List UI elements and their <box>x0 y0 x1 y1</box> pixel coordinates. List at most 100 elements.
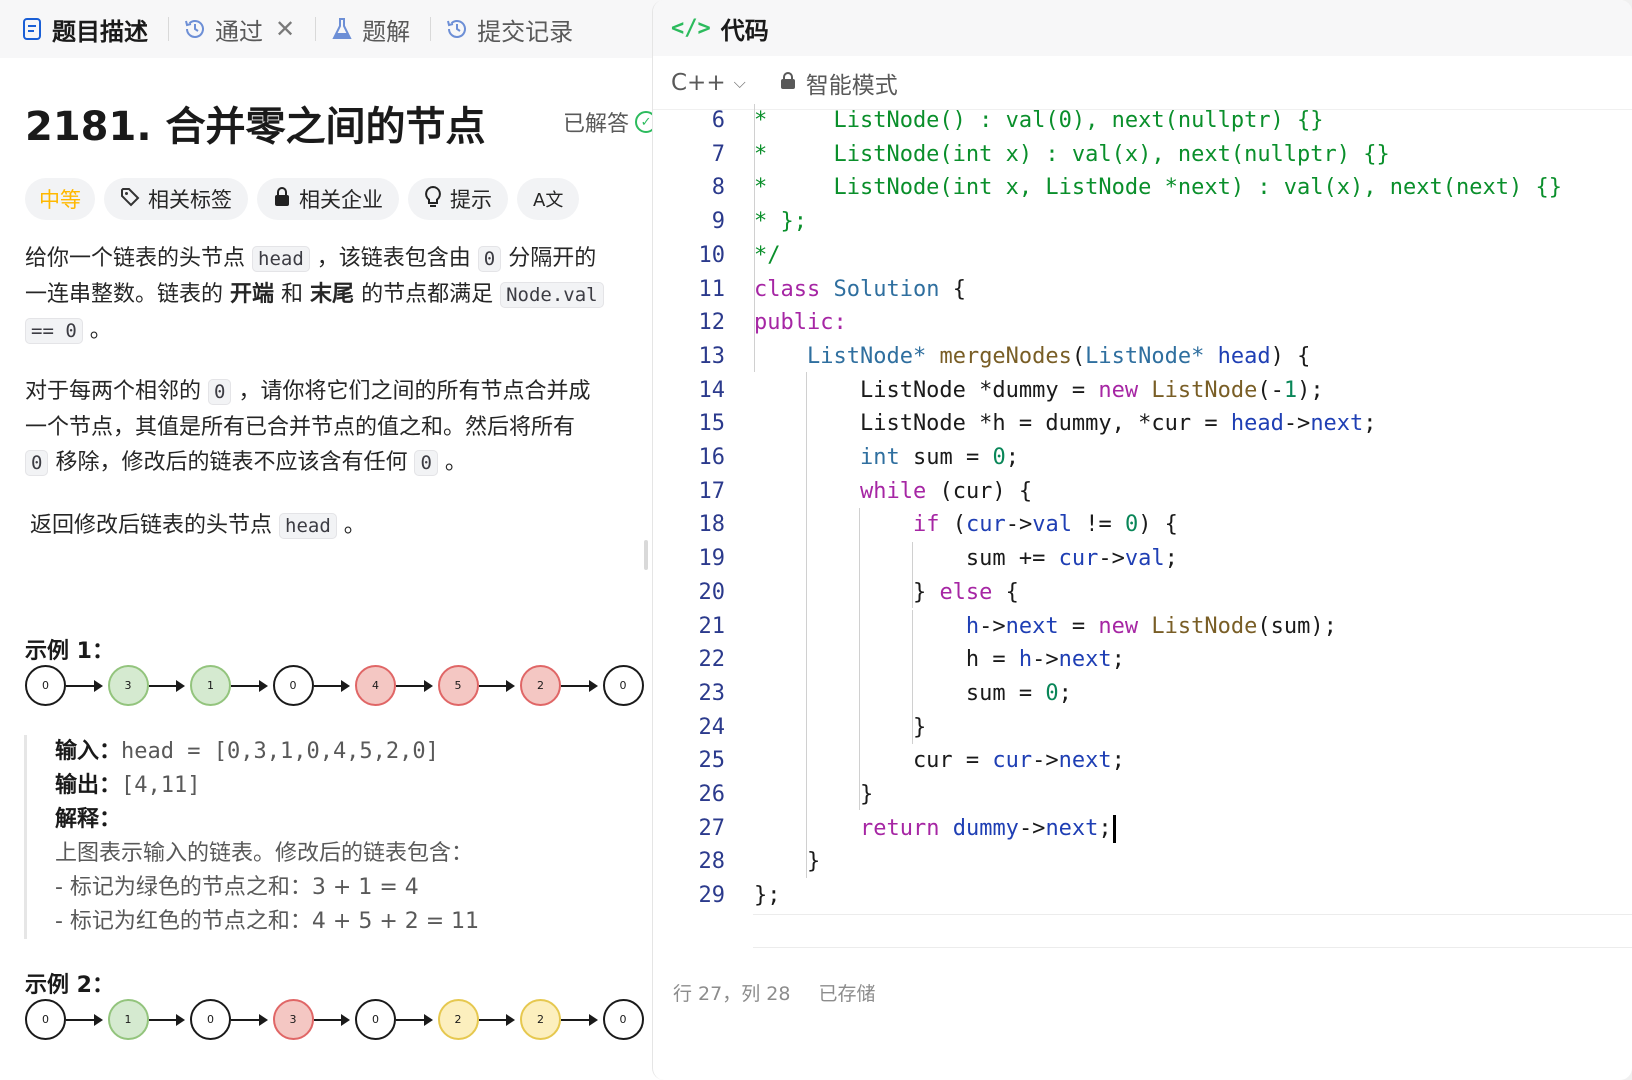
list-node: 0 <box>25 665 66 706</box>
title-row: 2181. 合并零之间的节点 已解答 ✓ <box>25 94 665 150</box>
line-number: 21 <box>698 613 726 639</box>
translate-chip[interactable]: A文 <box>517 178 580 220</box>
code-token: ) { <box>1138 512 1178 538</box>
list-node: 0 <box>602 999 644 1040</box>
code-text: while (cur) { <box>754 475 1032 509</box>
desc-text: 和 <box>281 282 304 307</box>
desc-text: 移除，修改后的链表不应该含有任何 <box>55 450 408 475</box>
inline-code: head <box>252 246 310 272</box>
problem-title[interactable]: 2181. 合并零之间的节点 <box>25 94 485 152</box>
code-token: = <box>1058 613 1099 639</box>
code-token: next <box>1005 613 1059 639</box>
code-token: h = <box>754 647 1019 673</box>
tab-accepted[interactable]: 通过 ✕ <box>183 12 317 47</box>
code-line: 18 if (cur->val != 0) { <box>653 508 1632 542</box>
language-select[interactable]: C++ ⌵ <box>671 70 746 96</box>
chevron-down-icon: ⌵ <box>733 72 746 92</box>
code-panel: </> 代码 C++ ⌵ 智能模式 6 * ListNode() : val(0)… <box>652 0 1632 1080</box>
code-token: val <box>1032 512 1072 538</box>
line-number: 15 <box>698 411 726 437</box>
line-number: 19 <box>698 546 726 572</box>
code-text: * ListNode() : val(0), next(nullptr) {} <box>754 104 1324 138</box>
line-number: 26 <box>698 782 726 807</box>
list-node: 0 <box>602 665 644 706</box>
code-line: 27 return dummy->next; <box>653 812 1632 846</box>
code-token: next <box>1310 411 1364 437</box>
desc-text: 给你一个链表的头节点 <box>25 246 246 271</box>
code-token: mergeNodes <box>939 343 1072 369</box>
code-token: * }; <box>754 209 807 235</box>
tab-submissions[interactable]: 提交记录 <box>445 12 573 47</box>
desc-line: 给你一个链表的头节点 head ，该链表包含由 0 分隔开的 <box>25 241 640 277</box>
list-node: 1 <box>190 665 231 706</box>
list-node: 2 <box>520 999 561 1040</box>
code-line: 6 * ListNode() : val(0), next(nullptr) {} <box>653 104 1632 138</box>
tab-solutions[interactable]: 题解 <box>330 12 432 47</box>
code-token: } <box>754 849 821 875</box>
code-token: 1 <box>1283 377 1298 403</box>
code-token: new <box>1098 613 1139 639</box>
list-arrow <box>148 1014 185 1026</box>
desc-text: 。 <box>343 513 366 538</box>
panel-resize-handle[interactable] <box>644 540 648 570</box>
line-number: 10 <box>698 242 726 268</box>
code-token: ( <box>1071 343 1086 369</box>
inline-code: 0 <box>25 450 49 476</box>
desc-line: 对于每两个相邻的 0 ，请你将它们之间的所有节点合并成 <box>25 374 640 410</box>
tab-accepted-label: 通过 <box>215 17 263 46</box>
tab-solutions-label: 题解 <box>362 17 411 46</box>
tab-separator <box>315 17 317 41</box>
desc-text: 。 <box>89 318 112 343</box>
output-label: 输出： <box>55 773 122 798</box>
code-token: ListNode* <box>1085 343 1205 369</box>
example-1-block: 输入：head = [0,3,1,0,4,5,2,0] 输出：[4,11] 解释… <box>24 735 644 939</box>
line-number: 18 <box>698 512 726 538</box>
tab-submissions-label: 提交记录 <box>477 17 574 46</box>
code-token: (- <box>1257 377 1284 403</box>
code-token: }; <box>754 883 781 909</box>
desc-line: 0 移除，修改后的链表不应该含有任何 0 。 <box>25 445 640 481</box>
editor-status-bar: 行 27，列 28 已存储 <box>673 979 875 1006</box>
hint-chip[interactable]: 提示 <box>408 178 508 220</box>
code-token: else <box>939 579 993 605</box>
code-token: -> <box>1283 411 1311 437</box>
code-token: sum = <box>899 445 993 470</box>
explain-text: - 标记为绿色的节点之和：3 + 1 = 4 <box>55 875 419 900</box>
list-arrow <box>396 1014 432 1026</box>
code-editor[interactable]: 6 * ListNode() : val(0), next(nullptr) {}… <box>653 104 1632 964</box>
code-text: public: <box>754 306 847 340</box>
lock-icon <box>273 186 291 212</box>
code-token: -> <box>1018 815 1046 841</box>
topics-chip[interactable]: 相关标签 <box>104 178 248 220</box>
code-panel-header: </> 代码 <box>653 0 1632 56</box>
code-line: 21 h->next = new ListNode(sum); <box>653 610 1632 644</box>
code-line: 13 ListNode* mergeNodes(ListNode* head) … <box>653 340 1632 374</box>
code-token: ListNode <box>1151 613 1258 639</box>
tab-description[interactable]: 题目描述 <box>20 12 169 47</box>
code-token: -> <box>1032 647 1059 673</box>
code-token: -> <box>1005 512 1033 538</box>
inline-code: 0 <box>208 379 232 405</box>
inline-code: == 0 <box>25 318 83 344</box>
list-node: 0 <box>25 999 66 1040</box>
code-token: return <box>859 815 940 841</box>
desc-text: 返回修改后链表的头节点 <box>30 513 273 538</box>
lock-icon <box>780 70 796 96</box>
code-line: 23 sum = 0; <box>653 677 1632 711</box>
close-icon[interactable]: ✕ <box>275 15 295 43</box>
example-input-line: 输入：head = [0,3,1,0,4,5,2,0] <box>55 735 644 769</box>
code-token: 0 <box>1045 680 1059 706</box>
companies-chip[interactable]: 相关企业 <box>257 178 399 220</box>
line-number: 7 <box>711 141 725 167</box>
code-text: * ListNode(int x) : val(x), next(nullptr… <box>754 138 1390 172</box>
code-text: sum = 0; <box>754 677 1072 711</box>
list-node: 0 <box>272 665 314 706</box>
smart-mode-toggle[interactable]: 智能模式 <box>780 66 898 100</box>
code-token: 0 <box>992 445 1006 470</box>
code-token: Solution <box>833 276 940 302</box>
code-token: ) { <box>1270 343 1311 369</box>
